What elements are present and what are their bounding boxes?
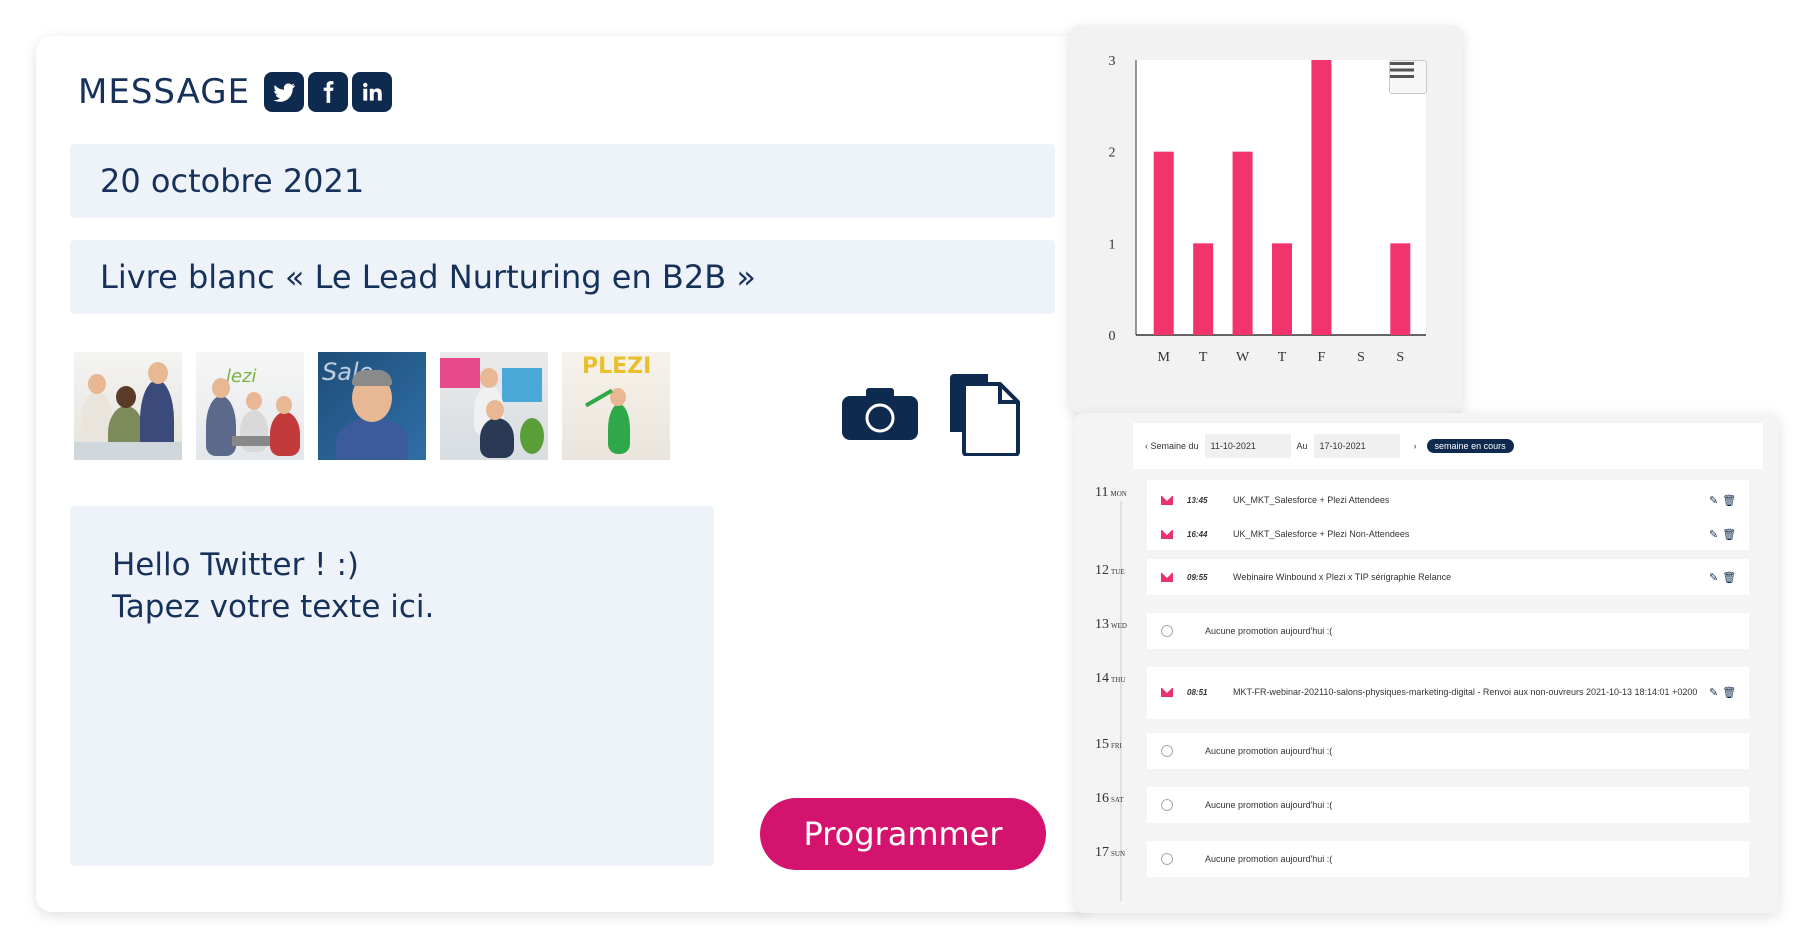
day-box: 08:51 MKT-FR-webinar-202110-salons-physi…: [1147, 667, 1749, 719]
empty-day-row: Aucune promotion aujourd'hui :(: [1147, 739, 1749, 763]
day-box: Aucune promotion aujourd'hui :(: [1147, 841, 1749, 877]
y-tick-label: 2: [1109, 146, 1116, 161]
twitter-icon[interactable]: [264, 72, 304, 112]
hamburger-icon: [1390, 62, 1414, 78]
message-textarea[interactable]: Hello Twitter ! :) Tapez votre texte ici…: [70, 506, 714, 866]
chart-bar: [1390, 243, 1411, 335]
mail-icon: [1161, 529, 1173, 539]
day-box: 09:55 Webinaire Winbound x Plezi x TIP s…: [1147, 559, 1749, 595]
promotion-entry[interactable]: 13:45 UK_MKT_Salesforce + Plezi Attendee…: [1147, 488, 1749, 512]
chart-menu-button[interactable]: [1389, 60, 1427, 94]
promotion-entry[interactable]: 08:51 MKT-FR-webinar-202110-salons-physi…: [1147, 677, 1749, 707]
empty-day-row: Aucune promotion aujourd'hui :(: [1147, 847, 1749, 871]
copy-document-icon[interactable]: [950, 374, 1022, 456]
next-week-link[interactable]: ›: [1414, 441, 1417, 451]
weekly-bar-chart: 0 1 2 3 M T W T F S S: [1070, 25, 1462, 413]
week-to-input[interactable]: 17-10-2021: [1313, 434, 1400, 458]
facebook-icon[interactable]: [308, 72, 348, 112]
message-line: Hello Twitter ! :): [112, 547, 360, 583]
edit-delete-icons[interactable]: ✎🗑: [1709, 494, 1749, 507]
x-tick-label: T: [1278, 350, 1287, 365]
x-tick-label: F: [1318, 350, 1326, 365]
chart-bar: [1193, 243, 1214, 335]
weekly-calendar: ‹ Semaine du 11-10-2021 Au 17-10-2021 › …: [1075, 413, 1779, 913]
mail-icon: [1161, 495, 1173, 505]
camera-icon[interactable]: [842, 388, 918, 440]
timeline-line: [1120, 501, 1122, 901]
week-from-input[interactable]: 11-10-2021: [1204, 434, 1291, 458]
no-entry-icon: [1161, 853, 1173, 865]
day-label: 16 SAT: [1095, 791, 1124, 806]
day-box: 13:45 UK_MKT_Salesforce + Plezi Attendee…: [1147, 480, 1749, 550]
day-label: 11 MON: [1095, 485, 1127, 500]
mail-icon: [1161, 687, 1173, 697]
chart-bar: [1311, 60, 1332, 335]
day-label: 14 THU: [1095, 671, 1126, 686]
x-tick-label: S: [1396, 350, 1404, 365]
date-field[interactable]: 20 octobre 2021: [70, 144, 1055, 218]
day-label: 17 SUN: [1095, 845, 1126, 860]
empty-day-row: Aucune promotion aujourd'hui :(: [1147, 619, 1749, 643]
day-label: 15 FRI: [1095, 737, 1122, 752]
promotion-entry[interactable]: 16:44 UK_MKT_Salesforce + Plezi Non-Atte…: [1147, 522, 1749, 546]
media-thumbnail[interactable]: [74, 352, 182, 460]
edit-delete-icons[interactable]: ✎🗑: [1709, 528, 1749, 541]
edit-delete-icons[interactable]: ✎🗑: [1709, 571, 1749, 584]
x-tick-label: S: [1357, 350, 1365, 365]
previous-week-link[interactable]: ‹ Semaine du: [1145, 441, 1199, 451]
linkedin-icon[interactable]: [352, 72, 392, 112]
media-thumbnail[interactable]: Sale: [318, 352, 426, 460]
day-box: Aucune promotion aujourd'hui :(: [1147, 733, 1749, 769]
x-tick-label: W: [1236, 350, 1250, 365]
chart-bar: [1272, 243, 1292, 335]
current-week-button[interactable]: semaine en cours: [1426, 439, 1514, 453]
week-to-label: Au: [1296, 441, 1308, 451]
promotion-entry[interactable]: 09:55 Webinaire Winbound x Plezi x TIP s…: [1147, 565, 1749, 589]
message-title: MESSAGE: [78, 72, 251, 112]
message-line: Tapez votre texte ici.: [112, 589, 435, 625]
empty-day-row: Aucune promotion aujourd'hui :(: [1147, 793, 1749, 817]
chart-bar: [1232, 151, 1253, 335]
edit-delete-icons[interactable]: ✎🗑: [1709, 686, 1749, 699]
chart-bar: [1153, 151, 1174, 335]
x-tick-label: M: [1157, 350, 1170, 365]
y-tick-label: 0: [1109, 329, 1116, 344]
campaign-field[interactable]: Livre blanc « Le Lead Nurturing en B2B »: [70, 240, 1055, 314]
day-label: 12 TUE: [1095, 563, 1125, 578]
x-tick-label: T: [1199, 350, 1208, 365]
y-tick-label: 1: [1109, 237, 1116, 252]
no-entry-icon: [1161, 625, 1173, 637]
day-box: Aucune promotion aujourd'hui :(: [1147, 787, 1749, 823]
message-composer-card: MESSAGE 20 octobre 2021 Livre blanc « Le…: [36, 36, 1090, 912]
programmer-button[interactable]: Programmer: [760, 798, 1046, 870]
day-label: 13 WED: [1095, 617, 1127, 632]
y-tick-label: 3: [1109, 54, 1116, 69]
no-entry-icon: [1161, 745, 1173, 757]
media-thumbnail[interactable]: PLEZI: [562, 352, 670, 460]
week-navigation: ‹ Semaine du 11-10-2021 Au 17-10-2021 › …: [1133, 423, 1763, 469]
day-box: Aucune promotion aujourd'hui :(: [1147, 613, 1749, 649]
mail-icon: [1161, 572, 1173, 582]
media-thumbnail[interactable]: lezi: [196, 352, 304, 460]
media-thumbnail[interactable]: [440, 352, 548, 460]
no-entry-icon: [1161, 799, 1173, 811]
